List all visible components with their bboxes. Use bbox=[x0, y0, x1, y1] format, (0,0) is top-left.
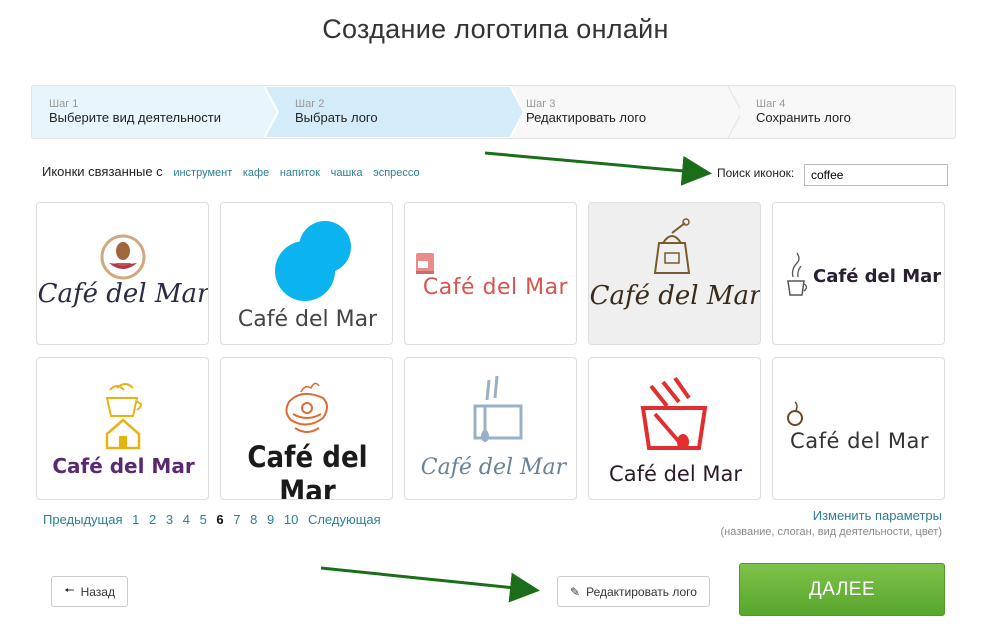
step-2[interactable]: Шаг 2 Выбрать лого bbox=[264, 86, 524, 138]
page-link[interactable]: 3 bbox=[166, 512, 173, 527]
step-4-label: Сохранить лого bbox=[756, 110, 851, 125]
step-2-label: Выбрать лого bbox=[295, 110, 378, 125]
logo-text: Café del Mar bbox=[37, 279, 209, 309]
logo-text: Café del Mar bbox=[247, 440, 368, 500]
page-link[interactable]: 7 bbox=[233, 512, 240, 527]
coffee-grinder-icon bbox=[653, 218, 691, 274]
logo-text: Café del Mar bbox=[813, 266, 942, 287]
related-tag-drink[interactable]: напиток bbox=[280, 167, 320, 179]
icon-search-label: Поиск иконок: bbox=[717, 166, 795, 180]
logo-text: Café del Mar bbox=[589, 281, 761, 311]
related-tag-espresso[interactable]: эспрессо bbox=[373, 167, 420, 179]
change-params-hint: (название, слоган, вид деятельности, цве… bbox=[720, 526, 942, 538]
step-4-number: Шаг 4 bbox=[756, 98, 786, 110]
page-title: Создание логотипа онлайн bbox=[322, 14, 669, 44]
coffee-machine-icon bbox=[416, 253, 434, 274]
logo-card-5[interactable]: Café del Mar bbox=[772, 202, 945, 345]
logo-card-2[interactable]: Café del Mar bbox=[220, 202, 393, 345]
edit-logo-button[interactable]: ✎ Редактировать лого bbox=[557, 576, 710, 607]
step-1-label: Выберите вид деятельности bbox=[49, 110, 221, 125]
logo-card-4[interactable]: Café del Mar bbox=[588, 202, 761, 345]
step-4: Шаг 4 Сохранить лого bbox=[740, 86, 954, 138]
back-button-label: Назад bbox=[80, 584, 115, 599]
pagination: Предыдущая 1 2 3 4 5 6 7 8 9 10 Следующа… bbox=[43, 512, 387, 527]
annotation-arrow-edit bbox=[320, 566, 540, 603]
coffee-bean-circle-icon bbox=[100, 234, 146, 280]
arrow-left-icon: 🠔 bbox=[64, 583, 75, 597]
coffee-house-icon bbox=[105, 383, 142, 450]
wizard-steps: Шаг 1 Выберите вид деятельности Шаг 2 Вы… bbox=[31, 85, 956, 139]
pagination-next[interactable]: Следующая bbox=[308, 512, 381, 527]
step-3: Шаг 3 Редактировать лого bbox=[510, 86, 740, 138]
page-link[interactable]: 2 bbox=[149, 512, 156, 527]
next-button[interactable]: ДАЛЕЕ bbox=[739, 563, 945, 616]
page-link[interactable]: 10 bbox=[284, 512, 298, 527]
related-tag-cafe[interactable]: кафе bbox=[243, 167, 269, 179]
logo-text: Café del Mar bbox=[420, 455, 567, 480]
step-1[interactable]: Шаг 1 Выберите вид деятельности bbox=[32, 86, 292, 138]
logo-card-9[interactable]: Café del Mar bbox=[588, 357, 761, 500]
next-button-label: ДАЛЕЕ bbox=[808, 578, 876, 600]
page-link[interactable]: 5 bbox=[200, 512, 207, 527]
pencil-icon: ✎ bbox=[570, 584, 581, 599]
step-3-label: Редактировать лого bbox=[526, 110, 647, 125]
logo-text: Café del Mar bbox=[422, 275, 569, 300]
related-tag-cup[interactable]: чашка bbox=[331, 167, 363, 179]
icon-search-input[interactable] bbox=[804, 164, 948, 186]
back-button[interactable]: 🠔 Назад bbox=[51, 576, 128, 607]
change-params-link[interactable]: Изменить параметры bbox=[813, 508, 942, 523]
logo-card-1[interactable]: Café del Mar bbox=[36, 202, 209, 345]
related-tag-tool[interactable]: инструмент bbox=[173, 167, 232, 179]
related-icons: Иконки связанные с инструмент кафе напит… bbox=[42, 164, 420, 179]
edit-logo-button-label: Редактировать лого bbox=[586, 584, 697, 599]
page-link[interactable]: 1 bbox=[132, 512, 139, 527]
logo-text: Café del Mar bbox=[52, 454, 195, 478]
step-2-number: Шаг 2 bbox=[295, 98, 325, 110]
step-3-number: Шаг 3 bbox=[526, 98, 556, 110]
step-1-number: Шаг 1 bbox=[49, 98, 79, 110]
logo-card-6[interactable]: Café del Mar bbox=[36, 357, 209, 500]
logo-text: Café del Mar bbox=[237, 307, 378, 332]
page-link[interactable]: 9 bbox=[267, 512, 274, 527]
logo-card-7[interactable]: Café del Mar bbox=[220, 357, 393, 500]
page-link[interactable]: 4 bbox=[183, 512, 190, 527]
logo-card-3[interactable]: Café del Mar bbox=[404, 202, 577, 345]
page-link[interactable]: 8 bbox=[250, 512, 257, 527]
logo-card-8[interactable]: Café del Mar bbox=[404, 357, 577, 500]
pagination-prev[interactable]: Предыдущая bbox=[43, 512, 123, 527]
logo-text: Café del Mar bbox=[790, 429, 929, 453]
logo-text: Café del Mar bbox=[609, 462, 742, 486]
related-label: Иконки связанные с bbox=[42, 164, 163, 179]
page-current: 6 bbox=[216, 512, 224, 527]
annotation-arrow-search bbox=[484, 151, 712, 186]
logo-card-10[interactable]: Café del Mar bbox=[772, 357, 945, 500]
